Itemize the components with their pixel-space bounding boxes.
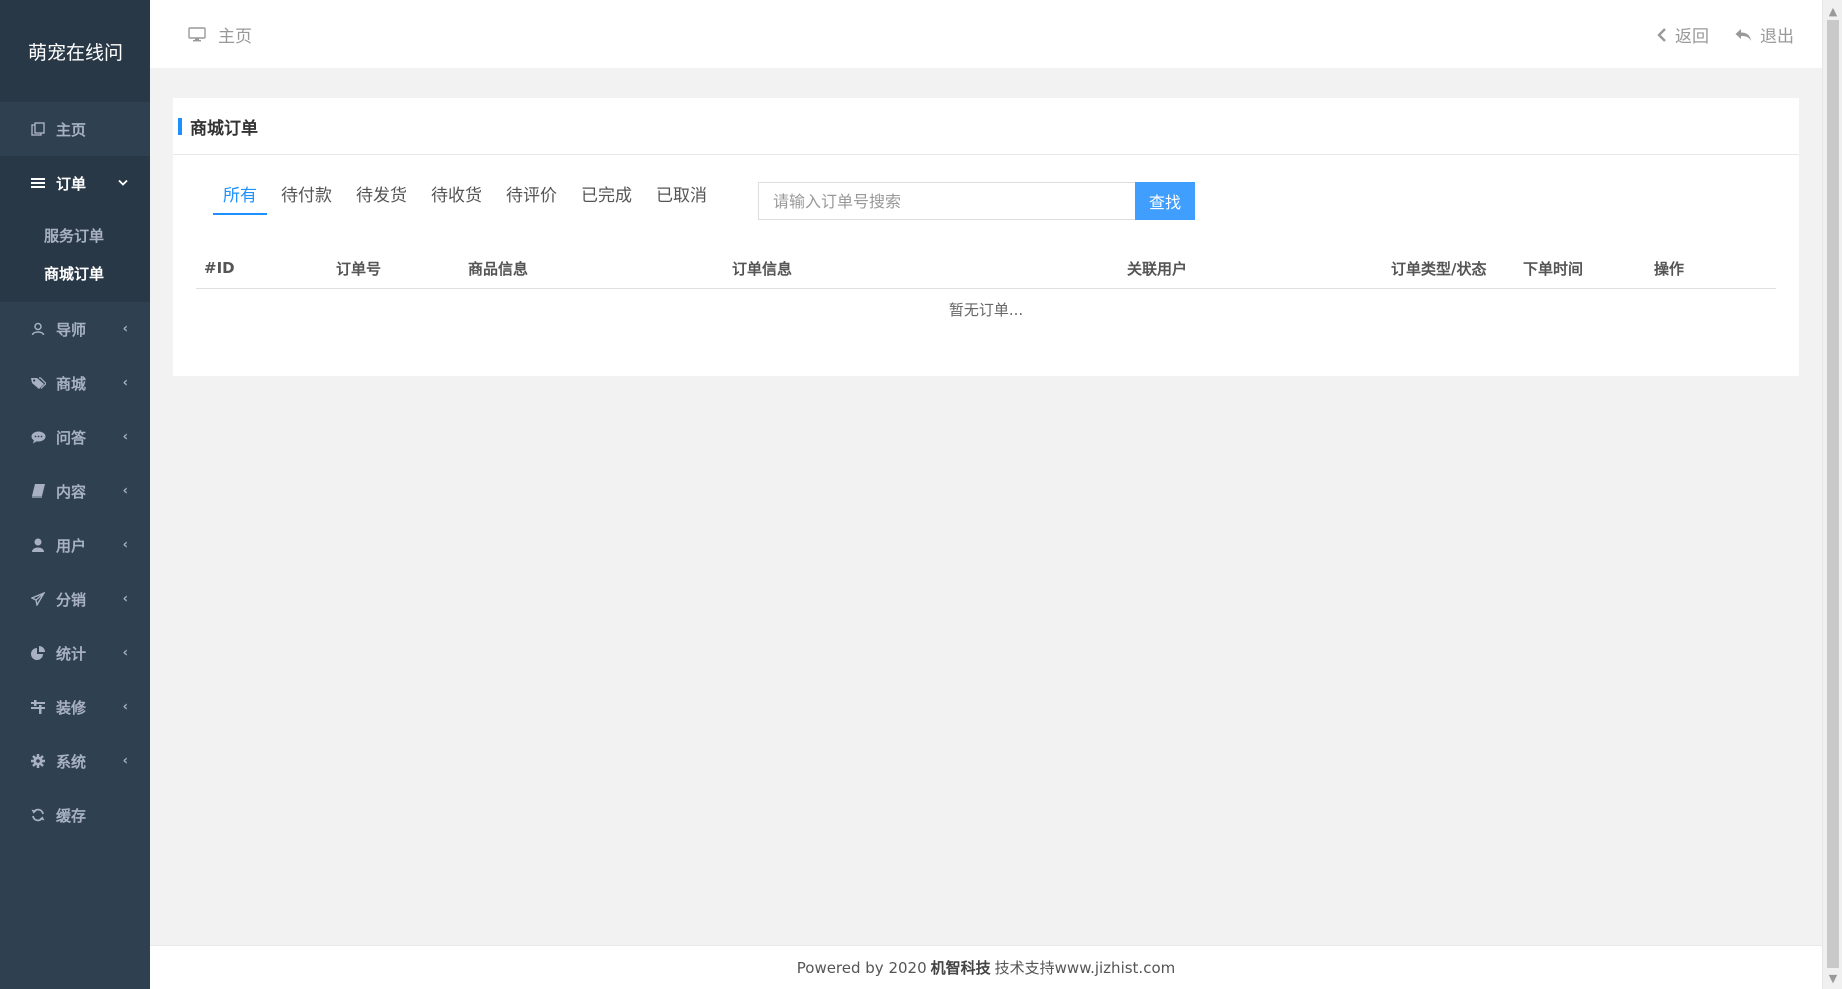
sidebar-item-cache[interactable]: 缓存 [0, 788, 150, 842]
scroll-down-icon[interactable]: ▼ [1823, 969, 1842, 987]
status-tabs: 所有 待付款 待发货 待收货 待评价 已完成 已取消 [213, 181, 721, 215]
scrollbar-thumb[interactable] [1827, 20, 1839, 968]
scroll-up-icon[interactable]: ▲ [1823, 2, 1842, 20]
sidebar-item-content[interactable]: 内容 ‹ [0, 464, 150, 518]
sidebar-item-home[interactable]: 主页 [0, 102, 150, 156]
vertical-scrollbar[interactable]: ▲ ▼ [1822, 0, 1842, 989]
page-title: 商城订单 [190, 118, 258, 139]
user-icon [28, 538, 48, 552]
chevron-down-icon [118, 176, 128, 191]
top-bar: 主页 返回 退出 [150, 0, 1822, 68]
paper-plane-icon [28, 592, 48, 606]
sidebar-item-label: 导师 [56, 320, 87, 339]
sidebar-item-system[interactable]: 系统 ‹ [0, 734, 150, 788]
tab-cancelled[interactable]: 已取消 [646, 181, 717, 215]
sidebar-item-label: 用户 [56, 536, 87, 555]
column-header-order-no: 订单号 [336, 259, 382, 278]
order-search: 查找 [758, 182, 1195, 220]
sidebar-item-stats[interactable]: 统计 ‹ [0, 626, 150, 680]
column-header-id: #ID [204, 259, 235, 277]
chevron-left-icon: ‹ [122, 699, 128, 715]
sidebar-item-label: 系统 [56, 752, 87, 771]
footer-prefix: Powered by 2020 [796, 958, 927, 977]
title-accent-bar [178, 117, 182, 135]
sidebar-item-label: 内容 [56, 482, 87, 501]
sidebar-item-orders[interactable]: 订单 [0, 156, 150, 210]
top-actions: 返回 退出 [1657, 22, 1794, 47]
logout-label: 退出 [1760, 27, 1794, 47]
pie-chart-icon [28, 646, 48, 660]
sidebar-item-label: 主页 [56, 120, 87, 139]
breadcrumb-label: 主页 [218, 27, 252, 47]
tab-pending-receipt[interactable]: 待收货 [421, 181, 492, 215]
book-icon [28, 484, 48, 498]
sidebar-item-mall[interactable]: 商城 ‹ [0, 356, 150, 410]
comment-icon [28, 431, 48, 444]
tab-pending-shipment[interactable]: 待发货 [346, 181, 417, 215]
brand-title: 萌宠在线问 [0, 0, 150, 102]
sidebar-item-decoration[interactable]: 装修 ‹ [0, 680, 150, 734]
column-header-order-time: 下单时间 [1523, 259, 1584, 278]
column-header-order-info: 订单信息 [732, 259, 793, 278]
column-header-user: 关联用户 [1127, 259, 1188, 278]
chevron-left-icon: ‹ [122, 375, 128, 391]
logout-button[interactable]: 退出 [1735, 22, 1794, 47]
user-outline-icon [28, 322, 48, 336]
sidebar-item-distribution[interactable]: 分销 ‹ [0, 572, 150, 626]
chevron-left-icon: ‹ [122, 429, 128, 445]
chevron-left-icon: ‹ [122, 321, 128, 337]
sliders-icon [28, 700, 48, 714]
sidebar-item-qa[interactable]: 问答 ‹ [0, 410, 150, 464]
sidebar-item-label: 统计 [56, 644, 87, 663]
footer: Powered by 2020 机智科技 技术支持www.jizhist.com [150, 945, 1822, 989]
sidebar-item-label: 问答 [56, 428, 87, 447]
orders-panel: 商城订单 所有 待付款 待发货 待收货 待评价 已完成 已取消 查找 #ID 订… [173, 98, 1799, 376]
sidebar-item-users[interactable]: 用户 ‹ [0, 518, 150, 572]
footer-company: 机智科技 [930, 959, 991, 977]
sidebar-item-label: 缓存 [56, 806, 87, 825]
list-icon [28, 177, 48, 189]
column-header-product-info: 商品信息 [468, 259, 529, 278]
chevron-left-icon: ‹ [122, 591, 128, 607]
back-label: 返回 [1675, 27, 1709, 47]
chevron-left-icon: ‹ [122, 537, 128, 553]
sidebar-subitem-service-orders[interactable]: 服务订单 [0, 216, 150, 254]
sidebar-item-label: 订单 [56, 174, 87, 193]
chevron-left-icon: ‹ [122, 645, 128, 661]
back-button[interactable]: 返回 [1657, 22, 1709, 47]
chevron-left-icon: ‹ [122, 753, 128, 769]
sidebar-item-label: 装修 [56, 698, 87, 717]
empty-state: 暂无订单... [948, 301, 1024, 319]
column-header-actions: 操作 [1654, 259, 1685, 278]
sidebar: 萌宠在线问 主页 订单 服务订单 商城订单 导师 ‹ 商城 ‹ 问答 ‹ 内容 … [0, 0, 150, 989]
sidebar-item-tutor[interactable]: 导师 ‹ [0, 302, 150, 356]
breadcrumb[interactable]: 主页 [188, 22, 252, 47]
refresh-icon [28, 808, 48, 822]
gear-icon [28, 754, 48, 768]
footer-suffix: 技术支持www.jizhist.com [994, 959, 1176, 977]
chevron-left-icon [1657, 27, 1666, 42]
orders-submenu: 服务订单 商城订单 [0, 210, 150, 302]
table-header: #ID 订单号 商品信息 订单信息 关联用户 订单类型/状态 下单时间 操作 [196, 248, 1776, 289]
tab-all[interactable]: 所有 [213, 181, 267, 215]
search-input[interactable] [758, 182, 1135, 220]
chevron-left-icon: ‹ [122, 483, 128, 499]
tab-completed[interactable]: 已完成 [571, 181, 642, 215]
sidebar-subitem-mall-orders[interactable]: 商城订单 [0, 254, 150, 292]
reply-icon [1735, 28, 1751, 41]
sidebar-item-label: 分销 [56, 590, 87, 609]
column-header-type-status: 订单类型/状态 [1391, 259, 1487, 278]
panel-header: 商城订单 [173, 98, 1799, 155]
copy-icon [28, 122, 48, 136]
sidebar-item-label: 商城 [56, 374, 87, 393]
desktop-icon [188, 26, 206, 41]
search-button[interactable]: 查找 [1135, 182, 1195, 220]
tab-pending-payment[interactable]: 待付款 [271, 181, 342, 215]
orders-table: #ID 订单号 商品信息 订单信息 关联用户 订单类型/状态 下单时间 操作 暂… [196, 248, 1776, 331]
tab-pending-review[interactable]: 待评价 [496, 181, 567, 215]
tags-icon [28, 376, 48, 390]
